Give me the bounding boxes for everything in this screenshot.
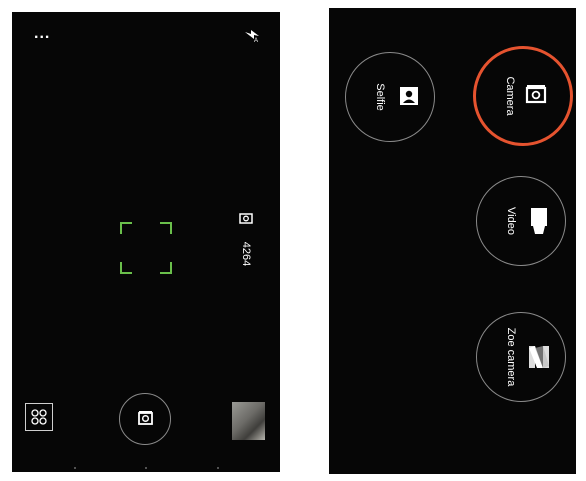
camera-icon [138,411,153,425]
svg-text:A: A [254,38,258,43]
nav-dot [74,467,76,469]
mode-grid-button[interactable] [25,403,53,431]
selfie-icon [400,87,418,105]
last-photo-thumbnail[interactable] [232,402,265,440]
camera-icon [525,85,547,104]
grid-icon [31,409,47,425]
mode-zoe-camera-button[interactable]: Zoe camera [476,312,566,402]
camera-mode-picker-screen: Selfie Camera Video Zoe camera [329,8,576,474]
focus-frame [120,222,172,274]
mode-label: Zoe camera [505,327,517,387]
mode-label: Video [505,207,517,235]
flash-auto-icon[interactable]: A [244,27,260,43]
mode-label: Camera [504,76,516,116]
nav-dot [145,467,147,469]
mode-camera-button[interactable]: Camera [476,49,566,139]
camera-viewfinder-screen: ... A 4264 [12,12,280,472]
shots-remaining-count: 4264 [240,241,252,267]
mode-video-button[interactable]: Video [476,176,566,266]
camera-icon [239,213,253,224]
mode-selfie-button[interactable]: Selfie [345,52,435,142]
mode-label: Selfie [374,83,386,111]
video-icon [531,208,547,234]
more-options-icon[interactable]: ... [34,26,50,42]
zoe-icon [529,346,549,368]
shots-remaining-indicator: 4264 [236,212,256,282]
nav-dot [217,467,219,469]
shutter-button[interactable] [119,393,171,445]
